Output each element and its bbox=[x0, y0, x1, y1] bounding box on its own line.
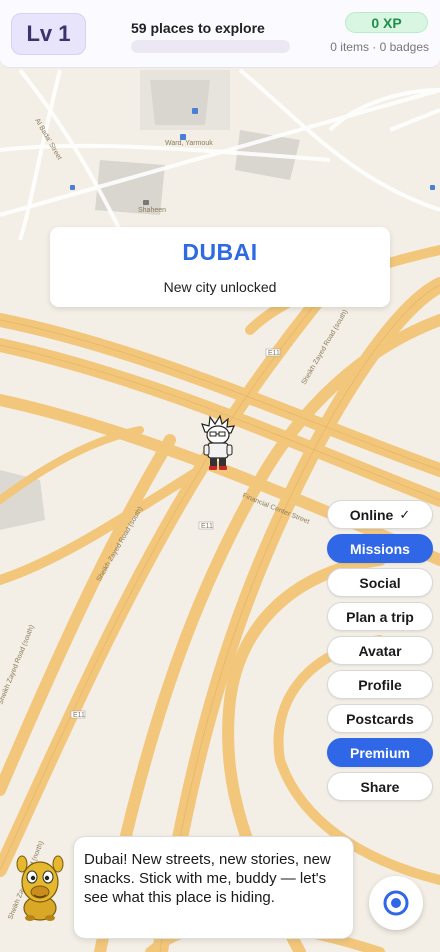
postcards-button[interactable]: Postcards bbox=[327, 704, 433, 733]
online-status-button[interactable]: Online ✓ bbox=[327, 500, 433, 529]
city-name: DUBAI bbox=[182, 239, 258, 265]
side-menu: Online ✓ Missions Social Plan a trip Ava… bbox=[327, 500, 433, 806]
mascot-speech-bubble: Dubai! New streets, new stories, new sna… bbox=[73, 836, 354, 939]
online-label: Online bbox=[349, 506, 394, 523]
map-label-ward-yarmouk: Ward, Yarmouk bbox=[165, 140, 213, 147]
avatar-button[interactable]: Avatar bbox=[327, 636, 433, 665]
share-button[interactable]: Share bbox=[327, 772, 433, 801]
xp-badge: 0 XP bbox=[345, 12, 428, 33]
camel-mascot-icon[interactable] bbox=[12, 850, 68, 922]
map-shield-e11-3: E11 bbox=[70, 710, 86, 719]
map-shield-e11-2: E11 bbox=[198, 521, 214, 530]
premium-button[interactable]: Premium bbox=[327, 738, 433, 767]
check-icon: ✓ bbox=[399, 506, 411, 522]
level-badge[interactable]: Lv 1 bbox=[11, 13, 86, 55]
svg-text:E11: E11 bbox=[73, 712, 85, 719]
top-bar: Lv 1 59 places to explore 0 XP 0 items ·… bbox=[0, 0, 440, 68]
exploration-progress-bar bbox=[131, 40, 290, 53]
map-label-shaheen: Shaheen bbox=[138, 207, 166, 214]
items-badges-count: 0 items · 0 badges bbox=[330, 40, 429, 54]
map-shield-e11-1: E11 bbox=[265, 348, 281, 357]
profile-button[interactable]: Profile bbox=[327, 670, 433, 699]
locate-target-icon bbox=[383, 890, 409, 916]
speech-text: Dubai! New streets, new stories, new sna… bbox=[84, 851, 331, 906]
locate-button[interactable] bbox=[369, 876, 423, 930]
player-avatar-icon[interactable] bbox=[198, 414, 238, 474]
svg-text:E11: E11 bbox=[268, 350, 280, 357]
social-button[interactable]: Social bbox=[327, 568, 433, 597]
city-unlocked-subtitle: New city unlocked bbox=[163, 279, 277, 295]
svg-text:E11: E11 bbox=[201, 523, 213, 530]
plan-trip-button[interactable]: Plan a trip bbox=[327, 602, 433, 631]
city-unlocked-card[interactable]: DUBAI New city unlocked bbox=[50, 227, 390, 307]
places-to-explore: 59 places to explore bbox=[131, 20, 265, 36]
map-view[interactable]: Al Bada' Street Ward, Yarmouk Shaheen Sh… bbox=[0, 0, 440, 952]
missions-button[interactable]: Missions bbox=[327, 534, 433, 563]
